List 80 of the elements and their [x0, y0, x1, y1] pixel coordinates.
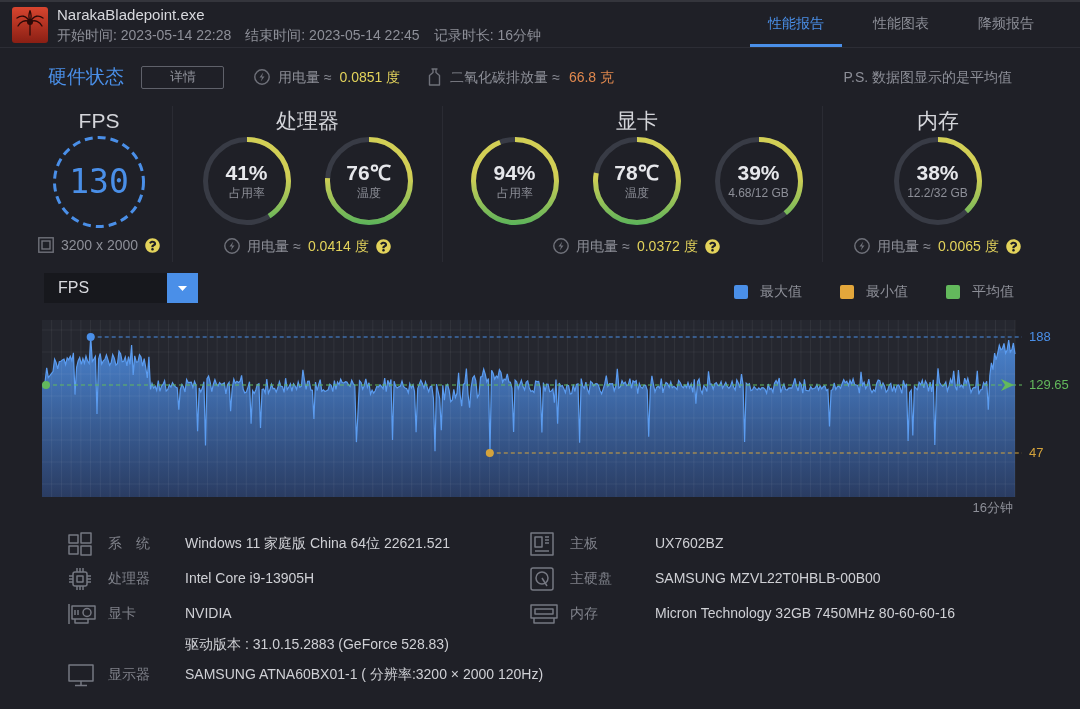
gauge-label: 温度: [356, 185, 381, 201]
info-value: SAMSUNG ATNA60BX01-1 ( 分辨率:3200 × 2000 120Hz): [185, 665, 544, 684]
info-value: NVIDIA: [185, 604, 232, 623]
power-value: 0.0851 度: [339, 67, 401, 87]
info-label: 内存: [570, 604, 598, 623]
info-value: SAMSUNG MZVL22T0HBLB-00B00: [655, 569, 881, 588]
section-heading: 硬件状态: [48, 64, 124, 89]
reference-value: 188: [1029, 328, 1051, 346]
power-label: 用电量 ≈: [247, 236, 301, 256]
gauge-label: 温度: [624, 185, 649, 201]
graphics-card-icon: [68, 602, 96, 625]
screen-frame-icon: [37, 237, 54, 253]
monitor-icon: [68, 662, 94, 687]
help-icon[interactable]: [704, 238, 720, 254]
lightning-circle-icon: [224, 238, 241, 254]
info-label: 系 统: [108, 534, 150, 553]
metric-select[interactable]: FPS: [44, 273, 198, 303]
gauge-label: 占用率: [228, 185, 265, 201]
info-label: 处理器: [108, 569, 150, 588]
reference-value: 47: [1029, 444, 1044, 462]
power-value: 0.0065 度: [937, 236, 999, 256]
gauge-label: 4.68/12 GB: [728, 185, 789, 201]
power-label: 用电量 ≈: [576, 236, 630, 256]
gauge-value: 94%: [493, 161, 536, 185]
report-tab[interactable]: 降频报告: [960, 2, 1052, 47]
help-icon[interactable]: [375, 238, 391, 254]
section-title: 内存: [916, 108, 959, 134]
info-label: 主硬盘: [570, 569, 612, 588]
record-info: 记录时长: 16分钟: [433, 25, 541, 45]
info-label: 显示器: [108, 665, 150, 684]
driver-version: 驱动版本 : 31.0.15.2883 (GeForce 528.83): [185, 634, 449, 654]
record-info: 开始时间: 2023-05-14 22:28: [57, 25, 232, 45]
caret-icon: [167, 273, 198, 303]
app-logo: [12, 6, 48, 43]
emission-label: 二氧化碳排放量 ≈: [450, 67, 560, 87]
resolution-text: 3200 x 2000: [60, 235, 139, 255]
legend-label: 最大值: [760, 282, 802, 301]
gauge-value: 38%: [916, 161, 959, 185]
info-value: UX7602BZ: [655, 534, 724, 553]
gauge-value: 39%: [737, 161, 780, 185]
chart-note: P.S. 数据图显示的是平均值: [843, 67, 1012, 87]
section-title: 处理器: [276, 108, 339, 134]
reference-value: 129.65: [1029, 376, 1069, 394]
memory-module-icon: [530, 602, 558, 625]
info-value: Windows 11 家庭版 China 64位 22621.521: [185, 534, 451, 553]
legend-label: 最小值: [866, 282, 908, 301]
power-value: 0.0414 度: [307, 236, 369, 256]
info-value: Intel Core i9-13905H: [185, 569, 315, 588]
lightning-circle-icon: [254, 69, 270, 85]
legend-label: 平均值: [972, 282, 1014, 301]
section-title: FPS: [78, 108, 120, 134]
power-label: 用电量 ≈: [877, 236, 931, 256]
gauge-label: 12.2/32 GB: [907, 185, 968, 201]
gauge-value: 76℃: [346, 161, 391, 185]
report-tab[interactable]: 性能报告: [750, 2, 842, 47]
info-label: 显卡: [108, 604, 136, 623]
bottle-icon: [428, 68, 442, 86]
app-name: NarakaBladepoint.exe: [57, 4, 206, 25]
help-icon[interactable]: [145, 237, 161, 253]
power-label: 用电量 ≈: [278, 67, 332, 87]
gauge-value: 41%: [225, 161, 268, 185]
section-title: 显卡: [615, 108, 658, 134]
emission-value: 66.8 克: [568, 67, 614, 87]
hard-drive-icon: [530, 566, 554, 591]
info-label: 主板: [570, 534, 598, 553]
power-value: 0.0372 度: [636, 236, 698, 256]
circuit-board-icon: [530, 531, 554, 556]
lightning-circle-icon: [553, 238, 570, 254]
gauge-value: 78℃: [614, 161, 659, 185]
gauge-label: 占用率: [496, 185, 533, 201]
cpu-chip-icon: [68, 566, 92, 591]
details-button[interactable]: 详情: [141, 65, 224, 89]
grid-icon: [68, 531, 92, 556]
lightning-circle-icon: [854, 238, 871, 254]
fps-value: 130: [69, 164, 129, 200]
info-value: Micron Technology 32GB 7450MHz 80-60-60-16: [655, 604, 956, 623]
time-axis-label: 16分钟: [972, 499, 1013, 518]
record-info: 结束时间: 2023-05-14 22:45: [245, 25, 420, 45]
help-icon[interactable]: [1005, 238, 1021, 254]
report-tab[interactable]: 性能图表: [855, 2, 947, 47]
